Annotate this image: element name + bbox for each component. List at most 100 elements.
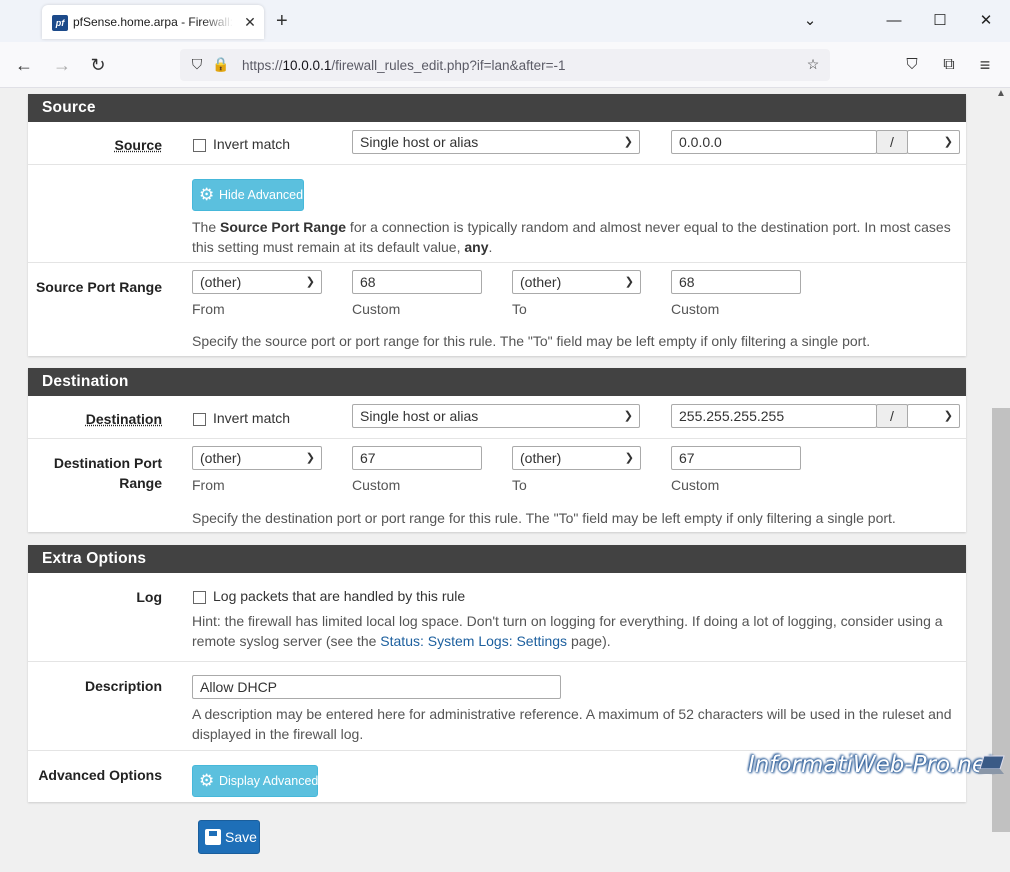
- lock-icon[interactable]: 🔒: [212, 56, 230, 73]
- source-mask-select[interactable]: ❯: [907, 130, 960, 154]
- destination-port-from-value: (other): [200, 450, 242, 466]
- destination-type-value: Single host or alias: [360, 408, 479, 424]
- to-label: To: [512, 301, 527, 317]
- chevron-down-icon: ❯: [624, 452, 634, 464]
- source-port-to-custom[interactable]: 68: [671, 270, 801, 294]
- scroll-up-icon[interactable]: ▲: [996, 88, 1006, 99]
- source-invert-label: Invert match: [213, 136, 291, 152]
- destination-port-to-value: (other): [520, 450, 562, 466]
- menu-icon[interactable]: ≡: [973, 53, 997, 77]
- tab-title: pfSense.home.arpa - Firewall: R: [73, 15, 233, 29]
- destination-label: Destination: [85, 411, 162, 427]
- url-text[interactable]: https://10.0.0.1/firewall_rules_edit.php…: [242, 58, 565, 73]
- custom-label: Custom: [352, 477, 401, 493]
- destination-address-input[interactable]: 255.255.255.255: [671, 404, 877, 428]
- log-hint: Hint: the firewall has limited local log…: [192, 613, 943, 649]
- pfsense-favicon-icon: pf: [52, 15, 68, 31]
- destination-port-row: Destination Port Range (other) ❯ 67 (other…: [28, 438, 966, 532]
- navigation-bar: ← → ↻ ⛉ 🔒 https://10.0.0.1/firewall_rule…: [0, 42, 1010, 88]
- new-tab-icon[interactable]: +: [276, 11, 288, 31]
- from-label: From: [192, 301, 225, 317]
- list-all-tabs-icon[interactable]: ⌄: [798, 10, 822, 32]
- destination-port-range-help: Specify the destination port or port ran…: [192, 510, 896, 526]
- source-row: Source Invert match Single host or alias…: [28, 122, 966, 164]
- minimize-icon[interactable]: —: [882, 10, 906, 32]
- source-port-from-value: (other): [200, 274, 242, 290]
- source-port-to-select[interactable]: (other) ❯: [512, 270, 641, 294]
- browser-tab[interactable]: pf pfSense.home.arpa - Firewall: R ✕: [42, 5, 264, 39]
- destination-panel: Destination Destination Invert match Sin…: [28, 368, 966, 532]
- source-invert-checkbox[interactable]: [193, 139, 206, 152]
- destination-invert-checkbox[interactable]: [193, 413, 206, 426]
- source-port-row: Source Port Range (other) ❯ 68 (other) ❯ 6…: [28, 262, 966, 356]
- shield-icon[interactable]: ⛉: [188, 56, 206, 73]
- gear-icon: ⚙: [199, 185, 215, 204]
- laptop-icon: [978, 755, 1005, 774]
- back-icon[interactable]: ←: [12, 53, 36, 77]
- extra-options-header: Extra Options: [28, 545, 966, 573]
- address-bar[interactable]: ⛉ 🔒 https://10.0.0.1/firewall_rules_edit…: [180, 49, 830, 81]
- source-label: Source: [114, 137, 162, 153]
- maximize-icon[interactable]: ☐: [928, 10, 952, 32]
- custom-label: Custom: [352, 301, 401, 317]
- chevron-down-icon: ❯: [623, 136, 633, 148]
- advanced-options-label: Advanced Options: [38, 767, 162, 783]
- log-checkbox[interactable]: [193, 591, 206, 604]
- close-window-icon[interactable]: ✕: [974, 10, 998, 32]
- forward-icon[interactable]: →: [50, 53, 74, 77]
- log-checkbox-label: Log packets that are handled by this rul…: [213, 588, 466, 604]
- destination-port-to-select[interactable]: (other) ❯: [512, 446, 641, 470]
- pocket-icon[interactable]: ⛉: [900, 53, 924, 77]
- chevron-down-icon: ❯: [943, 410, 953, 422]
- chevron-down-icon: ❯: [305, 276, 315, 288]
- source-type-select[interactable]: Single host or alias ❯: [352, 130, 640, 154]
- chevron-down-icon: ❯: [943, 136, 953, 148]
- destination-mask-select[interactable]: ❯: [907, 404, 960, 428]
- save-label: Save: [225, 829, 257, 845]
- destination-port-to-custom[interactable]: 67: [671, 446, 801, 470]
- source-port-label: Source Port Range: [35, 279, 162, 295]
- hide-advanced-button[interactable]: ⚙ Hide Advanced: [192, 179, 304, 211]
- custom-label: Custom: [671, 477, 720, 493]
- description-row: Description Allow DHCP A description may…: [28, 661, 966, 750]
- source-port-to-value: (other): [520, 274, 562, 290]
- source-advanced-row: ⚙ Hide Advanced The Source Port Range for…: [28, 164, 966, 262]
- display-advanced-button[interactable]: ⚙ Display Advanced: [192, 765, 318, 797]
- hide-advanced-label: Hide Advanced: [219, 188, 304, 202]
- source-header: Source: [28, 94, 966, 122]
- source-port-from-custom[interactable]: 68: [352, 270, 482, 294]
- source-port-from-select[interactable]: (other) ❯: [192, 270, 322, 294]
- watermark-logo: InformatiWeb-Pro.net: [748, 752, 996, 778]
- description-label: Description: [84, 678, 162, 694]
- source-panel: Source Source Invert match Single host o…: [28, 94, 966, 356]
- destination-invert-label: Invert match: [213, 410, 291, 426]
- destination-slash: /: [876, 404, 908, 428]
- system-logs-settings-link[interactable]: Status: System Logs: Settings: [380, 633, 567, 649]
- gear-icon: ⚙: [199, 771, 215, 790]
- description-input[interactable]: Allow DHCP: [192, 675, 561, 699]
- destination-row: Destination Invert match Single host or …: [28, 396, 966, 438]
- reload-icon[interactable]: ↻: [86, 53, 110, 77]
- source-type-value: Single host or alias: [360, 134, 479, 150]
- source-port-help: The Source Port Range for a connection i…: [192, 219, 951, 255]
- chevron-down-icon: ❯: [305, 452, 315, 464]
- destination-port-from-custom[interactable]: 67: [352, 446, 482, 470]
- log-label: Log: [136, 589, 162, 605]
- tab-bar: pf pfSense.home.arpa - Firewall: R ✕ + ⌄…: [0, 0, 1010, 42]
- destination-port-label: Destination Port Range: [53, 455, 162, 491]
- from-label: From: [192, 477, 225, 493]
- save-button[interactable]: Save: [198, 820, 260, 854]
- description-help: A description may be entered here for ad…: [192, 706, 952, 742]
- destination-header: Destination: [28, 368, 966, 396]
- save-disk-icon: [205, 829, 221, 845]
- source-address-input[interactable]: 0.0.0.0: [671, 130, 877, 154]
- close-tab-icon[interactable]: ✕: [242, 14, 258, 30]
- log-row: Log Log packets that are handled by this…: [28, 573, 966, 661]
- destination-port-from-select[interactable]: (other) ❯: [192, 446, 322, 470]
- source-port-range-help: Specify the source port or port range fo…: [192, 333, 871, 349]
- extensions-icon[interactable]: ⧉: [937, 53, 961, 77]
- bookmark-star-icon[interactable]: ☆: [804, 56, 822, 73]
- source-slash: /: [876, 130, 908, 154]
- to-label: To: [512, 477, 527, 493]
- destination-type-select[interactable]: Single host or alias ❯: [352, 404, 640, 428]
